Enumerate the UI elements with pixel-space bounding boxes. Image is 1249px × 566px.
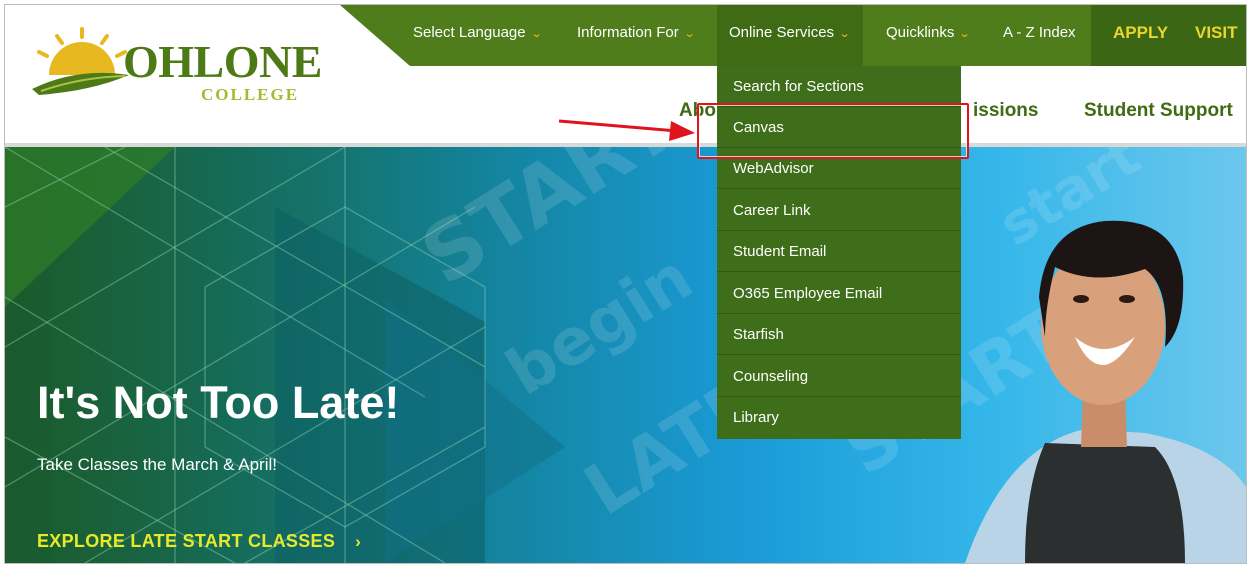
chevron-down-icon: ⌄	[958, 28, 971, 40]
sun-leaf-icon	[32, 27, 129, 95]
nav-az-index[interactable]: A - Z Index	[1003, 5, 1076, 66]
nav-information-for-label: Information For	[577, 24, 679, 41]
menu-item-starfish[interactable]: Starfish	[717, 314, 961, 355]
nav-select-language[interactable]: Select Language ⌄	[413, 5, 543, 66]
visit-button[interactable]: VISIT	[1183, 5, 1246, 66]
nav-select-language-label: Select Language	[413, 24, 526, 41]
nav-admissions[interactable]: issions	[973, 100, 1038, 122]
hero-background-graphic: START begin LATE begin START start	[5, 147, 1246, 563]
nav-quicklinks-label: Quicklinks	[886, 24, 955, 41]
nav-online-services[interactable]: Online Services ⌄	[717, 5, 864, 66]
chevron-down-icon: ⌄	[838, 28, 851, 40]
chevron-down-icon: ⌄	[683, 28, 696, 40]
menu-item-library[interactable]: Library	[717, 397, 961, 438]
menu-item-counseling[interactable]: Counseling	[717, 356, 961, 397]
nav-information-for[interactable]: Information For ⌄	[577, 5, 696, 66]
menu-item-career-link[interactable]: Career Link	[717, 190, 961, 231]
menu-item-search-for-sections[interactable]: Search for Sections	[717, 66, 961, 107]
logo-subtitle: COLLEGE	[201, 85, 300, 104]
chevron-right-icon: ›	[355, 532, 362, 551]
menu-item-o365-employee-email[interactable]: O365 Employee Email	[717, 273, 961, 314]
ohlone-logo[interactable]: OHLONE COLLEGE	[5, 5, 345, 145]
nav-quicklinks[interactable]: Quicklinks ⌄	[886, 5, 971, 66]
chevron-down-icon: ⌄	[530, 28, 543, 40]
canvas-highlight-box	[697, 103, 969, 159]
svg-text:begin: begin	[494, 240, 705, 410]
browser-viewport: OHLONE COLLEGE Select Language ⌄ Informat…	[4, 4, 1247, 564]
explore-late-start-link[interactable]: EXPLORE LATE START CLASSES ›	[37, 531, 361, 552]
hero-banner: START begin LATE begin START start It's …	[5, 147, 1246, 563]
menu-item-student-email[interactable]: Student Email	[717, 231, 961, 272]
explore-late-start-label: EXPLORE LATE START CLASSES	[37, 531, 336, 551]
logo-wordmark: OHLONE	[123, 36, 322, 87]
hero-title: It's Not Too Late!	[37, 377, 400, 428]
nav-student-support[interactable]: Student Support	[1084, 100, 1233, 122]
red-arrow-icon	[558, 119, 695, 141]
hero-subtitle: Take Classes the March & April!	[37, 455, 277, 474]
apply-button[interactable]: APPLY	[1091, 5, 1191, 66]
nav-online-services-label: Online Services	[729, 24, 835, 41]
